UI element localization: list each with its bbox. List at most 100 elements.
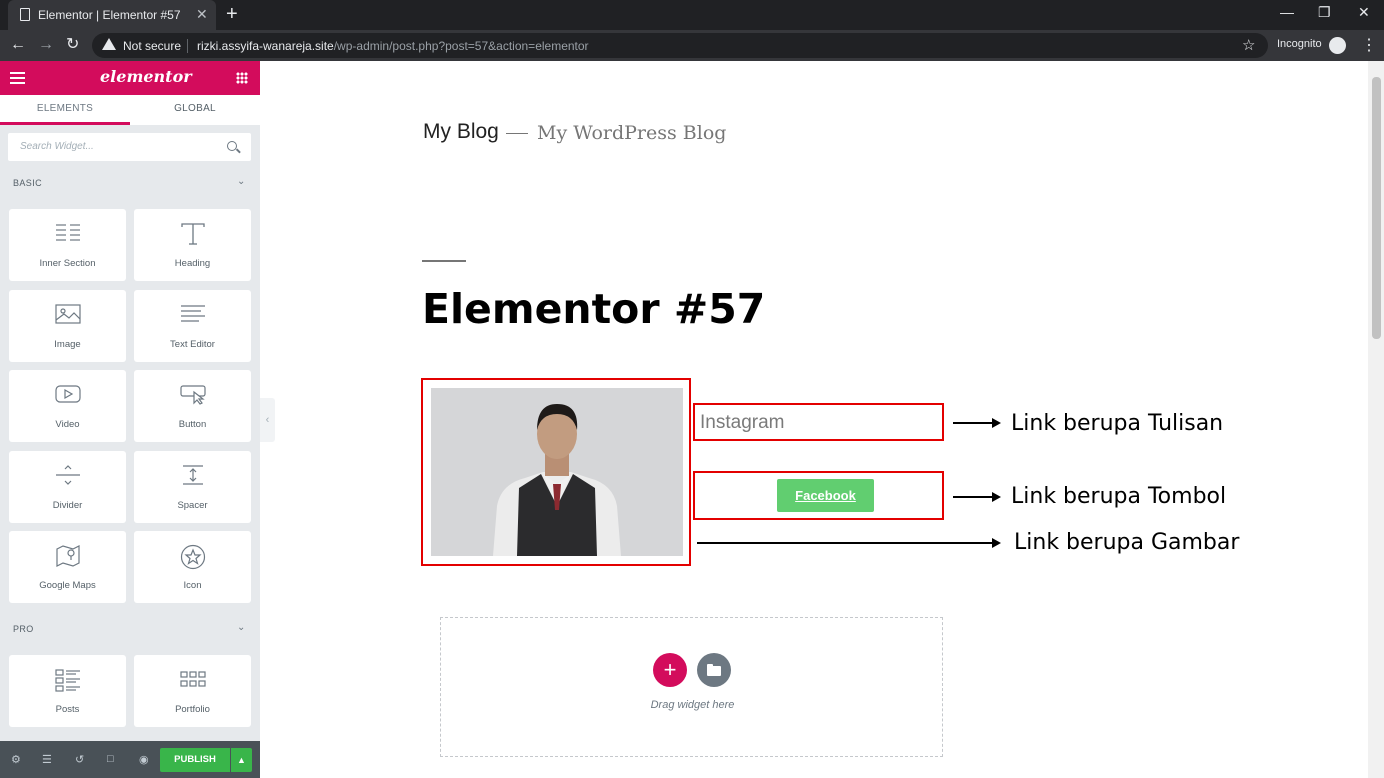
widget-text-editor[interactable]: Text Editor	[134, 290, 251, 362]
widget-label: Google Maps	[39, 580, 96, 591]
minimize-icon[interactable]: —	[1280, 4, 1294, 20]
panel-tabs: ELEMENTS GLOBAL	[0, 95, 260, 125]
widget-label: Text Editor	[170, 339, 215, 350]
portfolio-icon	[180, 671, 206, 687]
tab-global[interactable]: GLOBAL	[130, 95, 260, 125]
browser-tabstrip: Elementor | Elementor #57 ✕ + — ❐ ✕	[0, 0, 1384, 30]
forward-icon[interactable]: →	[38, 35, 54, 55]
category-pro[interactable]: PRO	[13, 624, 34, 634]
widget-label: Spacer	[177, 500, 208, 511]
annotation-arrow-image	[697, 538, 1001, 548]
url-host: rizki.assyifa-wanareja.site	[197, 39, 334, 53]
widget-label: Posts	[55, 704, 80, 715]
person-photo	[431, 388, 683, 556]
widget-posts[interactable]: Posts	[9, 655, 126, 727]
reload-icon[interactable]: ↻	[66, 35, 79, 55]
preview-scroll-thumb[interactable]	[1372, 77, 1381, 339]
tab-title: Elementor | Elementor #57	[38, 8, 181, 22]
video-icon	[55, 385, 81, 403]
annotation-text-link: Link berupa Tulisan	[1011, 411, 1224, 436]
search-placeholder: Search Widget...	[20, 141, 94, 152]
back-icon[interactable]: ←	[10, 35, 26, 55]
address-separator	[187, 39, 188, 53]
widget-spacer[interactable]: Spacer	[134, 451, 251, 523]
empty-section-dropzone[interactable]: + Drag widget here	[440, 617, 943, 757]
annotation-image-link: Link berupa Gambar	[1014, 530, 1240, 555]
annotation-arrow-text	[953, 418, 1001, 428]
address-bar[interactable]: Not secure rizki.assyifa-wanareja.site/w…	[92, 33, 1268, 58]
title-rule	[422, 260, 466, 262]
incognito-label: Incognito	[1277, 38, 1322, 50]
widget-heading[interactable]: Heading	[134, 209, 251, 281]
profile-photo-link[interactable]	[431, 388, 683, 556]
panel-footer: ⚙ ☰ ↺ □ ◉ PUBLISH ▲	[0, 741, 260, 778]
add-section-button[interactable]: +	[653, 653, 687, 687]
widget-google-maps[interactable]: Google Maps	[9, 531, 126, 603]
browser-tab[interactable]: Elementor | Elementor #57 ✕	[8, 0, 216, 30]
widget-label: Image	[54, 339, 81, 350]
text-editor-icon	[181, 305, 205, 322]
annotation-arrow-button	[953, 492, 1001, 502]
posts-icon	[55, 669, 80, 692]
image-icon	[55, 304, 81, 324]
widget-icon[interactable]: Icon	[134, 531, 251, 603]
navigator-layers-icon[interactable]: ☰	[42, 753, 52, 766]
widget-divider[interactable]: Divider	[9, 451, 126, 523]
chevron-down-icon[interactable]: ⌄	[237, 622, 245, 633]
panel-header: elementor	[0, 61, 260, 95]
widget-label: Divider	[52, 500, 83, 511]
site-tagline: My WordPress Blog	[537, 122, 727, 144]
search-widget-input[interactable]: Search Widget...	[8, 133, 251, 161]
new-tab-button[interactable]: +	[226, 3, 238, 25]
bookmark-star-icon[interactable]: ☆	[1242, 36, 1255, 54]
close-window-icon[interactable]: ✕	[1358, 4, 1370, 21]
widget-label: Video	[55, 419, 80, 430]
annotation-button-link: Link berupa Tombol	[1011, 484, 1227, 509]
incognito-icon[interactable]	[1329, 37, 1346, 54]
widget-label: Inner Section	[39, 258, 96, 269]
url-path: /wp-admin/post.php?post=57&action=elemen…	[333, 39, 589, 53]
page-icon	[20, 8, 30, 21]
restore-icon[interactable]: ❐	[1318, 4, 1331, 21]
widget-inner-section[interactable]: Inner Section	[9, 209, 126, 281]
spacer-icon	[183, 465, 203, 485]
widget-image[interactable]: Image	[9, 290, 126, 362]
widget-video[interactable]: Video	[9, 370, 126, 442]
widget-label: Heading	[174, 258, 211, 269]
hamburger-menu-icon[interactable]	[10, 72, 25, 84]
button-icon	[180, 385, 206, 405]
close-tab-icon[interactable]: ✕	[196, 6, 208, 23]
heading-icon	[181, 223, 205, 245]
preview-eye-icon[interactable]: ◉	[139, 753, 149, 766]
instagram-link[interactable]: Instagram	[700, 412, 784, 434]
widget-portfolio[interactable]: Portfolio	[134, 655, 251, 727]
publish-options-icon[interactable]: ▲	[231, 748, 252, 772]
widget-label: Icon	[183, 580, 202, 591]
publish-button[interactable]: PUBLISH	[160, 748, 230, 772]
history-icon[interactable]: ↺	[75, 753, 84, 766]
tab-elements[interactable]: ELEMENTS	[0, 95, 130, 125]
category-basic[interactable]: BASIC	[13, 178, 42, 188]
chevron-down-icon[interactable]: ⌄	[237, 176, 245, 187]
elementor-panel: elementor ELEMENTS GLOBAL Search Widget.…	[0, 61, 260, 778]
url-text[interactable]: rizki.assyifa-wanareja.site/wp-admin/pos…	[197, 39, 589, 53]
widget-button[interactable]: Button	[134, 370, 251, 442]
widgets-grid-icon[interactable]	[236, 72, 248, 84]
browser-toolbar: ← → ↻ Not secure rizki.assyifa-wanareja.…	[0, 30, 1384, 61]
add-template-folder-icon[interactable]	[697, 653, 731, 687]
title-dash	[506, 133, 528, 134]
browser-menu-icon[interactable]: ⋮	[1361, 35, 1377, 55]
inner-section-icon	[56, 224, 80, 241]
facebook-button[interactable]: Facebook	[777, 479, 874, 512]
divider-icon	[56, 465, 80, 485]
drop-hint: Drag widget here	[650, 699, 735, 711]
post-title: Elementor #57	[422, 285, 766, 333]
google-maps-icon	[56, 545, 80, 567]
responsive-desktop-icon[interactable]: □	[107, 753, 114, 765]
collapse-panel-icon[interactable]: ‹	[260, 398, 275, 442]
settings-gear-icon[interactable]: ⚙	[11, 753, 21, 766]
elementor-logo: elementor	[100, 67, 192, 86]
site-title[interactable]: My Blog	[423, 120, 499, 144]
widget-label: Button	[178, 419, 207, 430]
security-label[interactable]: Not secure	[123, 39, 181, 53]
